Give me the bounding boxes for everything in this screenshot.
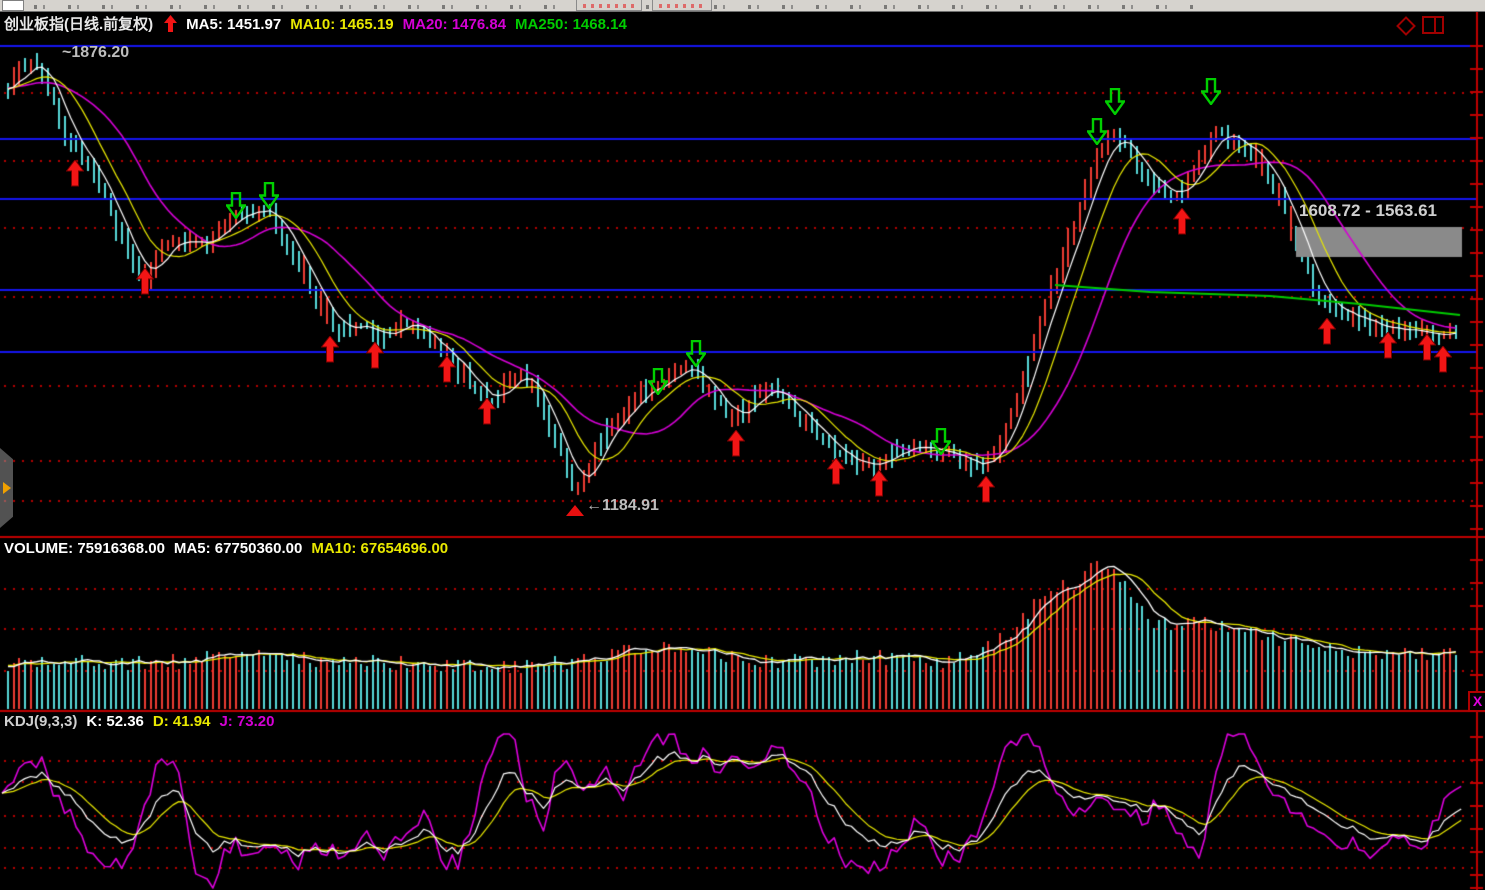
volume-value: VOLUME: 75916368.00 xyxy=(4,540,165,557)
buy-signal-arrow-icon xyxy=(438,356,456,388)
top-menu-bar xyxy=(0,0,1485,12)
kdj-d-value: D: 41.94 xyxy=(153,713,211,730)
high-price-annotation: ~1876.20 xyxy=(62,44,129,62)
sell-signal-arrow-icon xyxy=(686,340,706,372)
kdj-j-value: J: 73.20 xyxy=(219,713,274,730)
trend-up-icon xyxy=(164,15,177,36)
buy-signal-arrow-icon xyxy=(1434,346,1452,378)
buy-signal-arrow-icon xyxy=(870,470,888,502)
toolbar-button-1[interactable] xyxy=(576,0,642,11)
buy-signal-arrow-icon xyxy=(136,268,154,300)
sidebar-expand-toggle[interactable] xyxy=(0,448,13,528)
low-marker-triangle-icon xyxy=(566,505,584,516)
sell-signal-arrow-icon xyxy=(1087,118,1107,150)
buy-signal-arrow-icon xyxy=(321,336,339,368)
ma5-label: MA5: 1451.97 xyxy=(186,16,281,33)
low-price-text: ←1184.91 xyxy=(586,497,659,514)
close-indicator-button[interactable]: X xyxy=(1468,691,1485,712)
main-chart-header: 创业板指(日线.前复权) MA5: 1451.97 MA10: 1465.19 MA2… xyxy=(4,13,636,36)
sell-signal-arrow-icon xyxy=(226,192,246,224)
buy-signal-arrow-icon xyxy=(66,160,84,192)
sell-signal-arrow-icon xyxy=(1201,78,1221,110)
buy-signal-arrow-icon xyxy=(827,458,845,490)
volume-ma5-value: MA5: 67750360.00 xyxy=(174,540,302,557)
ma250-label: MA250: 1468.14 xyxy=(515,16,627,33)
sell-signal-arrow-icon xyxy=(259,182,279,214)
split-window-icon[interactable] xyxy=(1422,16,1444,34)
sell-signal-arrow-icon xyxy=(1105,88,1125,120)
volume-ma10-value: MA10: 67654696.00 xyxy=(311,540,448,557)
buy-signal-arrow-icon xyxy=(977,476,995,508)
toolbar-button-2[interactable] xyxy=(652,0,712,11)
buy-signal-arrow-icon xyxy=(1318,318,1336,350)
kdj-header: KDJ(9,3,3) K: 52.36 D: 41.94 J: 73.20 xyxy=(4,713,284,730)
buy-signal-arrow-icon xyxy=(366,342,384,374)
buy-signal-arrow-icon xyxy=(1379,332,1397,364)
toolbar-input[interactable] xyxy=(2,0,24,11)
kdj-k-value: K: 52.36 xyxy=(86,713,144,730)
ma10-label: MA10: 1465.19 xyxy=(290,16,393,33)
buy-signal-arrow-icon xyxy=(1173,208,1191,240)
range-tooltip-label: 1608.72 - 1563.61 xyxy=(1299,201,1437,221)
instrument-title: 创业板指(日线.前复权) xyxy=(4,16,153,33)
ma20-label: MA20: 1476.84 xyxy=(403,16,506,33)
buy-signal-arrow-icon xyxy=(478,398,496,430)
expand-arrow-icon xyxy=(3,482,11,494)
sell-signal-arrow-icon xyxy=(648,368,668,400)
sell-signal-arrow-icon xyxy=(931,428,951,460)
volume-header: VOLUME: 75916368.00 MA5: 67750360.00 MA10:… xyxy=(4,540,457,557)
buy-signal-arrow-icon xyxy=(727,430,745,462)
kdj-indicator-name: KDJ(9,3,3) xyxy=(4,713,77,730)
low-price-annotation: ←1184.91 xyxy=(566,497,659,515)
